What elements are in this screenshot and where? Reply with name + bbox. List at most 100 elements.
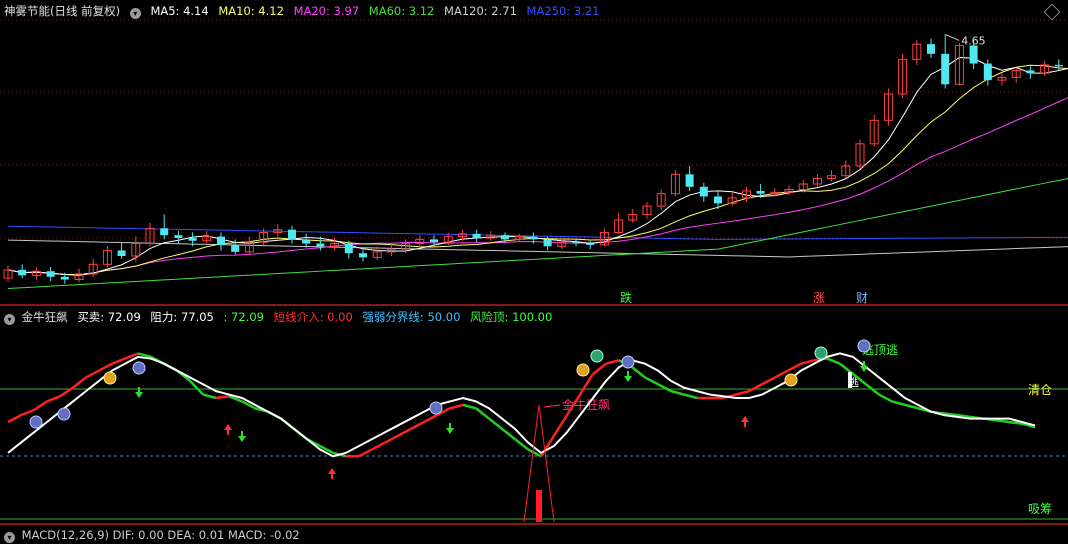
check-icon: [590, 349, 604, 363]
down-arrow-icon: [624, 371, 632, 382]
event-tag: 跌: [620, 290, 632, 305]
money-bag-icon: [103, 371, 117, 385]
buy-sell-segment: [46, 395, 61, 403]
candle-body-down: [117, 250, 126, 256]
high-marker-line: [945, 34, 960, 41]
buy-sell-segment: [644, 376, 659, 386]
sad-face-icon: [857, 339, 871, 353]
buy-sell-segment: [397, 427, 412, 437]
candle-body-down: [1054, 64, 1063, 67]
candle-body-down: [572, 242, 580, 244]
sad-face-icon: [29, 415, 43, 429]
golden-bull-bar: [536, 490, 542, 522]
candle-body-down: [188, 238, 197, 241]
buy-sell-segment: [384, 434, 399, 444]
event-tags: 跌涨财: [620, 290, 868, 305]
macd-toggle-icon[interactable]: ▾: [4, 532, 15, 543]
buy-sell-segment: [449, 403, 464, 410]
event-tag: 涨: [813, 290, 825, 305]
candle-body-down: [586, 243, 595, 245]
candle-body-down: [344, 243, 353, 254]
buy-sell-segment: [904, 403, 919, 410]
buy-sell-segment: [631, 366, 646, 379]
candle-body-down: [430, 239, 438, 243]
candle-body-down: [699, 186, 708, 197]
candle-body-down: [46, 271, 55, 277]
sad-face-icon: [621, 355, 635, 369]
candle-body-down: [983, 63, 992, 81]
candle-body-down: [685, 174, 694, 187]
buy-sell-segment: [33, 400, 48, 412]
candle-body-down: [969, 45, 978, 64]
check-icon: [814, 346, 828, 360]
candle-body-down: [160, 228, 169, 236]
buy-sell-segment: [761, 376, 776, 386]
candle-body-down: [316, 243, 325, 247]
buy-sell-segment: [605, 359, 620, 365]
buy-sell-segment: [20, 408, 35, 417]
candle-body-down: [18, 269, 27, 276]
buy-sell-segment: [826, 357, 841, 365]
money-bag-icon: [576, 363, 590, 377]
candle-body-down: [501, 235, 509, 240]
up-arrow-icon: [328, 468, 336, 479]
up-arrow-icon: [741, 416, 749, 427]
indicator-lines: [7, 352, 1036, 523]
chart-canvas[interactable]: 4.65 跌 涨 财: [0, 0, 1068, 532]
buy-sell-segment: [98, 362, 113, 372]
buy-sell-segment: [202, 393, 217, 400]
buy-sell-segment: [111, 357, 126, 365]
buy-sell-segment: [891, 400, 906, 407]
buy-sell-segment: [501, 427, 516, 441]
buy-sell-segment: [215, 395, 230, 400]
candle-body-down: [60, 276, 69, 280]
buy-sell-segment: [72, 376, 87, 389]
ma20-line: [7, 97, 1068, 276]
buy-sell-segment: [578, 373, 595, 396]
event-tag: 财: [856, 291, 868, 305]
buy-sell-segment: [565, 393, 582, 416]
sad-face-icon: [57, 407, 71, 421]
candle-body-down: [1026, 70, 1035, 74]
candle-body-down: [543, 239, 552, 247]
buy-sell-segment: [592, 362, 607, 375]
candle-body-down: [756, 190, 765, 194]
buy-sell-segment: [683, 393, 698, 400]
buy-sell-segment: [371, 441, 386, 451]
candle-body-down: [941, 53, 950, 85]
buy-sell-segment: [878, 393, 893, 403]
buy-sell-segment: [735, 389, 750, 396]
buy-sell-segment: [787, 362, 802, 372]
buy-sell-segment: [670, 389, 685, 396]
sad-face-icon: [429, 401, 443, 415]
buy-sell-segment: [800, 359, 815, 365]
candle-body-down: [174, 235, 183, 238]
candle-body-down: [231, 244, 240, 252]
buy-sell-segment: [657, 383, 672, 393]
candle-body-down: [359, 253, 367, 258]
candle-body-down: [472, 233, 481, 238]
buy-sell-segment: [488, 417, 503, 430]
down-arrow-icon: [238, 431, 246, 442]
buy-sell-segment: [423, 414, 438, 424]
buy-sell-segment: [410, 420, 425, 430]
ma5-line: [7, 56, 1068, 276]
candle-body-down: [714, 196, 722, 204]
buy-sell-segment: [85, 369, 100, 379]
ma60-line: [7, 177, 1068, 290]
buy-sell-segment: [552, 414, 569, 437]
buy-sell-segment: [462, 403, 477, 410]
buy-sell-segment: [995, 419, 1010, 424]
resistance-line: [7, 352, 1036, 458]
buy-sell-segment: [852, 373, 867, 386]
candle-body-down: [529, 236, 538, 240]
candle-body-down: [927, 44, 935, 54]
candle-body-down: [217, 236, 225, 245]
annotation-pointer: [543, 404, 561, 408]
buy-sell-segment: [748, 383, 763, 393]
up-arrow-icon: [224, 424, 232, 435]
candle-body-down: [302, 239, 311, 244]
sad-face-icon: [132, 361, 146, 375]
buy-sell-segment: [475, 407, 490, 420]
escape-bar: [848, 372, 852, 388]
